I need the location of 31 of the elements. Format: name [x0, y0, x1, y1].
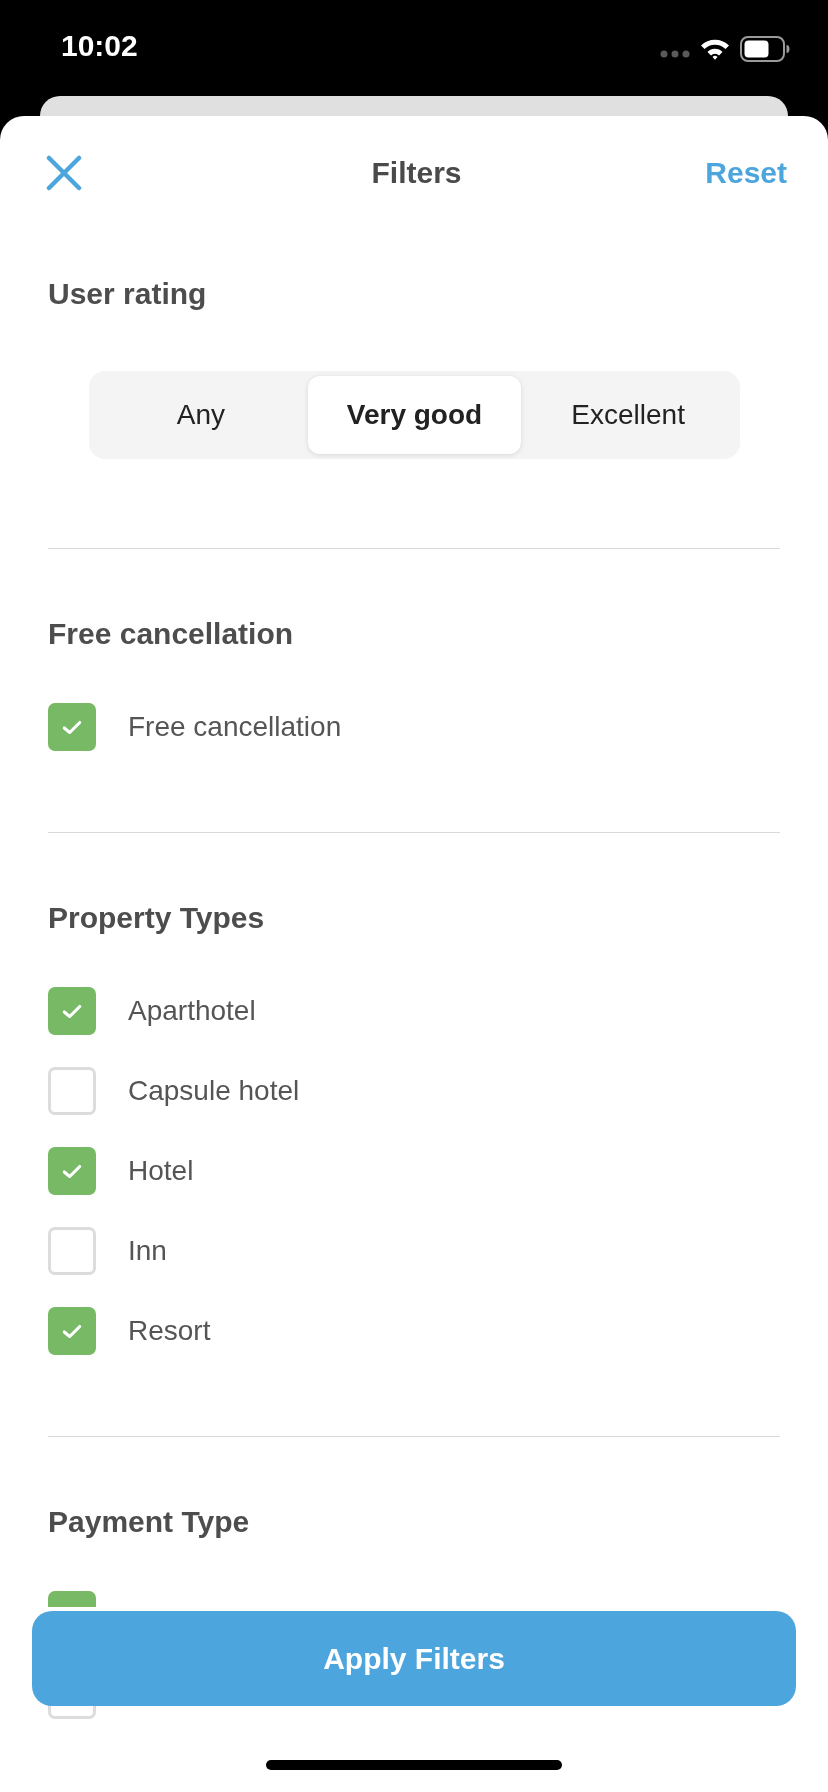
close-button[interactable] — [46, 155, 82, 191]
check-icon — [62, 1323, 82, 1339]
checkbox[interactable] — [48, 1307, 96, 1355]
sheet-title: Filters — [371, 156, 462, 190]
checkbox-label: Capsule hotel — [128, 1075, 300, 1107]
check-icon — [62, 1003, 82, 1019]
checkbox[interactable] — [48, 1227, 96, 1275]
section-title: Payment Type — [48, 1504, 251, 1540]
section-title: Property Types — [48, 900, 266, 936]
checkbox-label: Free cancellation — [128, 711, 342, 743]
checkbox[interactable] — [48, 703, 96, 751]
section-title: Free cancellation — [48, 616, 295, 652]
checkbox[interactable] — [48, 1147, 96, 1195]
check-icon — [62, 719, 82, 735]
battery-icon — [740, 36, 790, 62]
segment-tab[interactable]: Very good — [307, 376, 522, 454]
checkbox[interactable] — [48, 987, 96, 1035]
close-icon — [46, 155, 82, 191]
checkbox[interactable] — [48, 1067, 96, 1115]
status-time: 10:02 — [61, 29, 138, 63]
checkbox[interactable] — [48, 1591, 96, 1607]
segment-tab[interactable]: Excellent — [521, 376, 735, 454]
section-title: User rating — [48, 276, 208, 312]
checkbox-label: Aparthotel — [128, 995, 256, 1027]
wifi-icon — [700, 38, 730, 60]
check-icon — [62, 1163, 82, 1179]
signal-dots-icon — [660, 50, 690, 58]
checkbox-label: Hotel — [128, 1155, 194, 1187]
segment-tab[interactable]: Any — [94, 376, 308, 454]
checkbox-label: Resort — [128, 1315, 211, 1347]
checkbox-label: Inn — [128, 1235, 167, 1267]
